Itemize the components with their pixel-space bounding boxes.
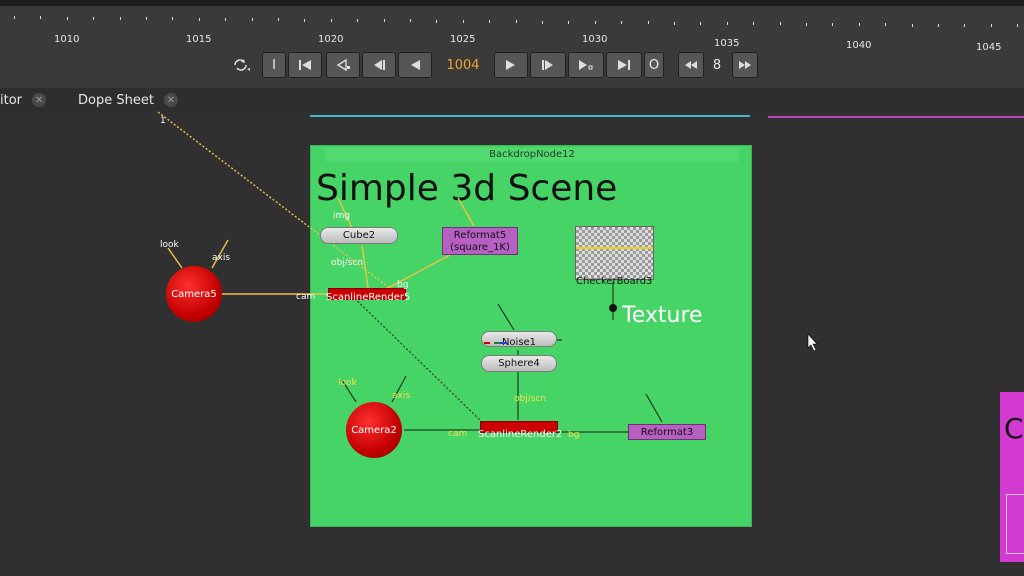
checkerboard-node-label: CheckerBoard3 [576,276,653,287]
input-label-img: img [333,211,350,221]
side-backdrop-title: C [1004,412,1024,445]
input-label-cam: cam [296,292,316,302]
input-label-bg: bg [397,280,409,290]
texture-dot-label: Texture [622,303,703,328]
noise-node[interactable]: Noise1 [481,331,557,348]
pipe-reformat5-input [457,197,475,227]
input-label-cam: cam [448,429,468,439]
pipe-into-noise [497,303,515,331]
node-connections [157,111,818,433]
pipe-reformat3-input [645,393,663,423]
reformat5-node[interactable]: Reformat5 (square_1K) [442,227,518,255]
reformat3-node[interactable]: Reformat3 [628,424,706,440]
mouse-cursor-icon [807,333,818,352]
node-label: Reformat5 [453,230,507,241]
pipe-input-number: 1 [160,116,166,126]
input-label-obj-scn: obj/scn [331,258,364,268]
input-label-look: look [338,378,357,388]
side-backdrop-node[interactable]: C [1000,392,1024,562]
texture-dot[interactable] [609,304,617,312]
side-backdrop-inner [1006,494,1024,554]
input-label-obj-scn: obj/scn [514,394,547,404]
sphere-node[interactable]: Sphere4 [481,355,557,372]
node-sublabel: (square_1K) [450,242,510,253]
checker-guide-line [576,247,653,249]
scanline-render5-label: ScanlineRender5 [326,292,411,303]
input-label-look: look [160,240,179,250]
input-label-axis: axis [212,253,231,263]
noise-channel-blue [500,342,506,344]
cube-node[interactable]: Cube2 [320,227,398,244]
input-label-bg: bg [568,430,580,440]
checkerboard-thumbnail[interactable] [575,226,654,280]
scanline-render2-label: ScanlineRender2 [478,429,563,440]
dotted-pipe-dark [345,289,481,421]
pipe-look-input [167,247,183,269]
noise-channel-red [484,342,490,344]
camera2-node[interactable]: Camera2 [346,402,402,458]
camera5-node[interactable]: Camera5 [166,266,222,322]
input-label-axis: axis [392,391,411,401]
